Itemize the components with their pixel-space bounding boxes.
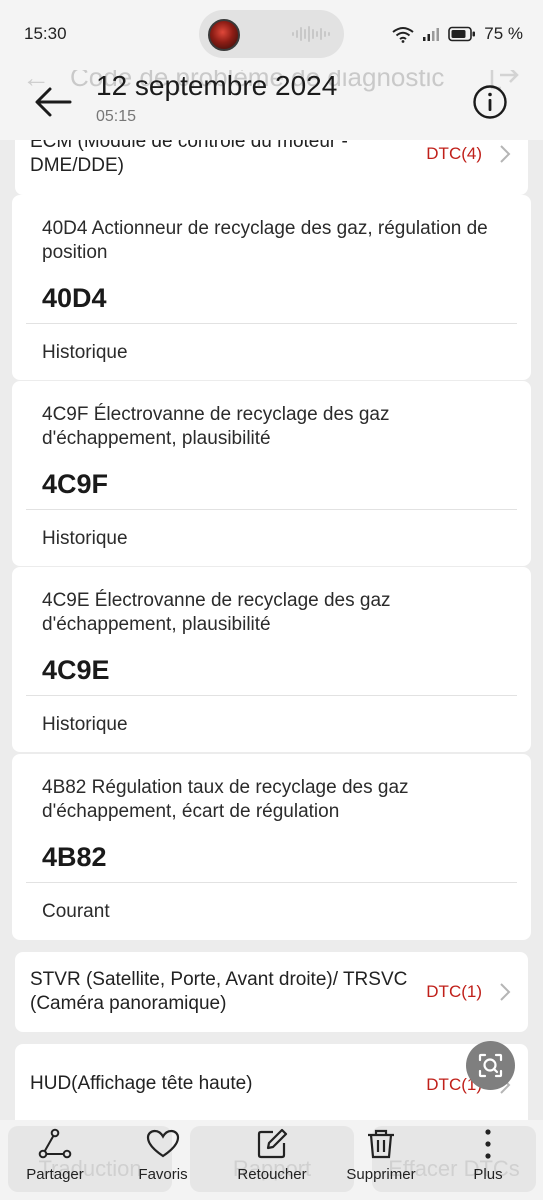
dtc-list[interactable]: ECM (Module de contrôle du moteur - DME/… bbox=[0, 140, 543, 1120]
module-row-hud[interactable]: HUD(Affichage tête haute) DTC(1) bbox=[15, 1044, 528, 1120]
edit-label: Retoucher bbox=[237, 1166, 307, 1183]
delete-button[interactable]: Supprimer bbox=[336, 1128, 426, 1194]
share-label: Partager bbox=[26, 1166, 84, 1183]
module-row-stvr[interactable]: STVR (Satellite, Porte, Avant droite)/ T… bbox=[15, 952, 528, 1032]
edit-button[interactable]: Retoucher bbox=[227, 1128, 317, 1194]
more-button[interactable]: Plus bbox=[443, 1128, 533, 1194]
media-pill[interactable] bbox=[199, 10, 344, 58]
module-name: STVR (Satellite, Porte, Avant droite)/ T… bbox=[30, 969, 408, 1014]
module-dtc-count: DTC(1) bbox=[426, 982, 482, 1001]
module-row-ecm[interactable]: ECM (Module de contrôle du moteur - DME/… bbox=[15, 140, 528, 195]
dtc-code: 4C9E bbox=[42, 655, 110, 685]
dtc-card[interactable]: 4C9F Électrovanne de recyclage des gaz d… bbox=[12, 381, 531, 566]
share-icon bbox=[38, 1128, 72, 1159]
info-icon[interactable] bbox=[472, 84, 508, 120]
dtc-card[interactable]: 4B82 Régulation taux de recyclage des ga… bbox=[12, 754, 531, 940]
dtc-status: Historique bbox=[42, 342, 128, 363]
dtc-description: 4B82 Régulation taux de recyclage des ga… bbox=[42, 777, 409, 822]
dtc-card[interactable]: 40D4 Actionneur de recyclage des gaz, ré… bbox=[12, 195, 531, 380]
dtc-status: Historique bbox=[42, 714, 128, 735]
dtc-description: 4C9E Électrovanne de recyclage des gaz d… bbox=[42, 590, 391, 635]
delete-label: Supprimer bbox=[346, 1166, 416, 1183]
signal-icon bbox=[423, 28, 440, 41]
favorites-button[interactable]: Favoris bbox=[118, 1128, 208, 1194]
status-icons: 75 % bbox=[392, 24, 523, 44]
chevron-right-icon bbox=[500, 145, 511, 163]
dtc-code: 4B82 bbox=[42, 842, 107, 872]
page-subtitle: 05:15 bbox=[96, 108, 137, 125]
status-bar: 15:30 75 % bbox=[0, 0, 543, 70]
divider bbox=[26, 695, 517, 696]
dtc-code: 4C9F bbox=[42, 469, 109, 499]
status-time: 15:30 bbox=[24, 24, 67, 43]
audio-wave-icon bbox=[292, 26, 330, 42]
dtc-description: 40D4 Actionneur de recyclage des gaz, ré… bbox=[42, 218, 488, 263]
dtc-status: Courant bbox=[42, 901, 110, 922]
battery-icon bbox=[448, 26, 476, 42]
more-label: Plus bbox=[473, 1166, 503, 1183]
battery-percent: 75 % bbox=[484, 24, 523, 43]
dtc-status: Historique bbox=[42, 528, 128, 549]
divider bbox=[26, 323, 517, 324]
trash-icon bbox=[368, 1129, 394, 1159]
module-name: ECM (Module de contrôle du moteur - DME/… bbox=[30, 140, 348, 176]
favorites-label: Favoris bbox=[138, 1166, 188, 1183]
lens-icon bbox=[478, 1053, 503, 1078]
dtc-description: 4C9F Électrovanne de recyclage des gaz d… bbox=[42, 404, 390, 449]
back-arrow-icon[interactable] bbox=[30, 82, 76, 122]
divider bbox=[26, 882, 517, 883]
heart-icon bbox=[146, 1129, 180, 1158]
divider bbox=[26, 509, 517, 510]
dtc-card[interactable]: 4C9E Électrovanne de recyclage des gaz d… bbox=[12, 567, 531, 752]
page-title: 12 septembre 2024 bbox=[96, 70, 338, 101]
edit-icon bbox=[257, 1128, 288, 1159]
share-button[interactable]: Partager bbox=[10, 1128, 100, 1194]
dtc-code: 40D4 bbox=[42, 283, 107, 313]
bottom-action-bar: Traduction Rapport Effacer DTCs Partager… bbox=[0, 1120, 543, 1200]
module-dtc-count: DTC(4) bbox=[426, 144, 482, 163]
more-icon bbox=[485, 1129, 491, 1159]
chevron-right-icon bbox=[500, 983, 511, 1001]
visual-search-button[interactable] bbox=[466, 1041, 515, 1090]
module-name: HUD(Affichage tête haute) bbox=[30, 1073, 253, 1094]
media-thumbnail-icon bbox=[208, 19, 240, 51]
wifi-icon bbox=[392, 26, 414, 43]
app-header: ← Code de problème de diagnostic 12 sept… bbox=[0, 70, 543, 140]
